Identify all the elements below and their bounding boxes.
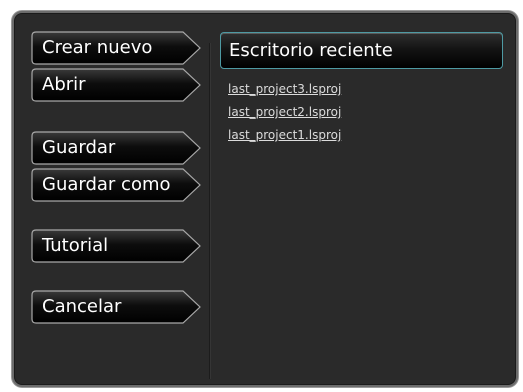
recent-file-link[interactable]: last_project3.lsproj	[228, 82, 341, 96]
cancel-label: Cancelar	[42, 296, 122, 317]
recent-file-link[interactable]: last_project2.lsproj	[228, 105, 341, 119]
file-menu-dialog: Crear nuevo Abrir Guardar Guardar como T…	[12, 11, 518, 387]
create-new-label: Crear nuevo	[42, 37, 153, 58]
save-button[interactable]: Guardar	[31, 131, 201, 165]
list-item: last_project3.lsproj	[228, 79, 341, 102]
open-label: Abrir	[42, 74, 86, 95]
tutorial-label: Tutorial	[42, 235, 109, 256]
list-item: last_project2.lsproj	[228, 102, 341, 125]
recent-file-link[interactable]: last_project1.lsproj	[228, 128, 341, 142]
recent-desktop-title: Escritorio reciente	[229, 40, 393, 61]
list-item: last_project1.lsproj	[228, 125, 341, 148]
column-divider	[209, 43, 210, 379]
tutorial-button[interactable]: Tutorial	[31, 229, 201, 263]
save-label: Guardar	[42, 137, 116, 158]
recent-files-list: last_project3.lsproj last_project2.lspro…	[228, 79, 341, 148]
save-as-label: Guardar como	[42, 174, 171, 195]
create-new-button[interactable]: Crear nuevo	[31, 31, 201, 65]
open-button[interactable]: Abrir	[31, 68, 201, 102]
cancel-button[interactable]: Cancelar	[31, 290, 201, 324]
save-as-button[interactable]: Guardar como	[31, 168, 201, 202]
recent-desktop-header: Escritorio reciente	[220, 32, 503, 69]
